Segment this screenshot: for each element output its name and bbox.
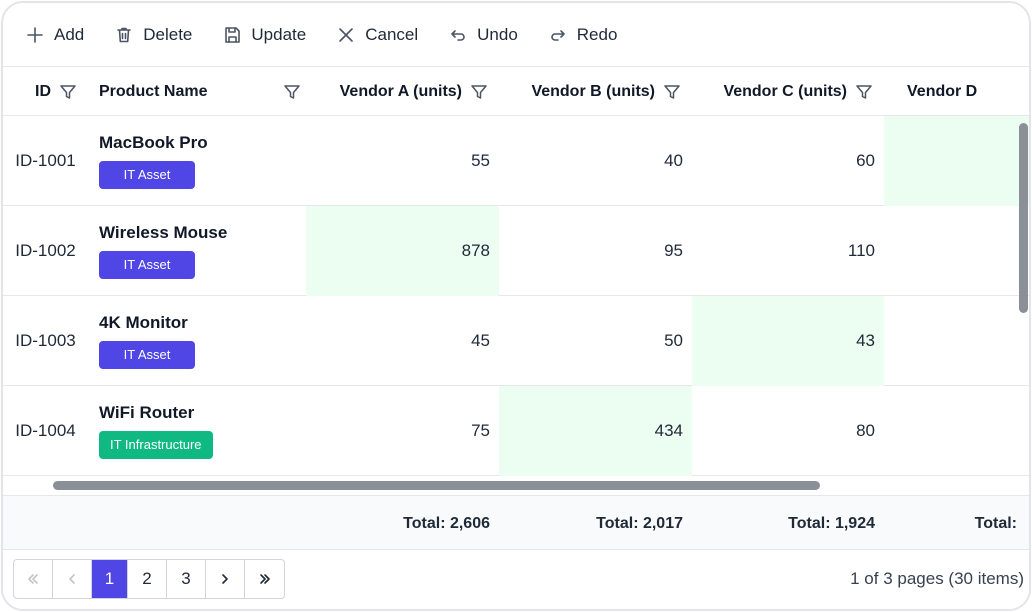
filter-icon[interactable] [663,83,681,101]
page-3-button[interactable]: 3 [167,560,206,598]
cell-vendor-a: 45 [471,331,490,350]
column-header-vendor-a[interactable]: Vendor A (units) [306,67,499,116]
table-row[interactable]: ID-1002 Wireless Mouse IT Asset 878 95 1… [3,206,1029,296]
grid-header: ID Product Name Vendor A (units) Vendor … [3,67,1029,116]
column-vendor-b-label: Vendor B (units) [531,82,655,100]
chevron-left-icon [69,574,75,584]
pager-buttons: 1 2 3 [13,559,285,599]
cell-vendor-b: 434 [499,386,692,476]
cell-vendor-a: 55 [471,151,490,170]
data-grid: ID Product Name Vendor A (units) Vendor … [3,67,1029,495]
cell-vendor-d [884,296,1029,386]
redo-button[interactable]: Redo [548,24,618,45]
category-badge: IT Asset [99,251,195,279]
delete-button[interactable]: Delete [114,25,192,45]
column-header-vendor-d[interactable]: Vendor D [907,67,1029,116]
undo-icon [451,29,465,41]
filter-icon[interactable] [855,83,873,101]
cell-vendor-b: 95 [664,241,683,260]
cell-product-name: 4K Monitor IT Asset [99,296,306,386]
chevron-right-icon [222,574,228,584]
page-1-button[interactable]: 1 [92,560,128,598]
filter-icon[interactable] [283,83,301,101]
cell-vendor-c: 80 [856,421,875,440]
save-icon [225,26,241,43]
add-label: Add [54,24,85,44]
column-id-label: ID [35,82,51,100]
previous-page-button[interactable] [53,560,92,598]
category-badge: IT Asset [99,341,195,369]
product-name: 4K Monitor [99,313,188,332]
column-header-id[interactable]: ID [35,67,88,116]
cell-vendor-a: 878 [306,206,499,296]
cell-product-name: Wireless Mouse IT Asset [99,206,306,296]
totals-row: Total: 2,606 Total: 2,017 Total: 1,924 T… [3,495,1029,550]
cancel-button[interactable]: Cancel [336,25,418,45]
cell-id: ID-1004 [15,421,76,440]
filter-icon[interactable] [470,83,488,101]
update-label: Update [251,24,307,44]
table-row[interactable]: ID-1004 WiFi Router IT Infrastructure 75… [3,386,1029,476]
update-button[interactable]: Update [222,25,306,45]
horizontal-scrollbar[interactable] [53,481,820,490]
cell-vendor-d [884,116,1029,206]
category-badge: IT Asset [99,161,195,189]
column-header-vendor-b[interactable]: Vendor B (units) [499,67,692,116]
total-vendor-a: Total: 2,606 [403,514,490,532]
column-vendor-d-label: Vendor D [907,82,978,100]
cell-vendor-d [884,206,1029,296]
cell-vendor-a: 75 [471,421,490,440]
cell-vendor-c: 60 [856,151,875,170]
vertical-scrollbar[interactable] [1019,123,1028,313]
last-page-button[interactable] [245,560,284,598]
close-icon [339,27,354,42]
plus-icon [27,26,43,43]
table-row[interactable]: ID-1003 4K Monitor IT Asset 45 50 43 [3,296,1029,386]
cell-id: ID-1001 [15,151,76,170]
pager-info: 1 of 3 pages (30 items) [850,569,1024,588]
cell-id: ID-1003 [15,331,76,350]
pager: 1 2 3 1 of 3 pages (30 items) [3,550,1029,609]
undo-label: Undo [477,24,518,44]
cell-vendor-b: 40 [664,151,683,170]
next-page-button[interactable] [206,560,245,598]
total-vendor-b: Total: 2,017 [596,514,683,532]
product-name: WiFi Router [99,403,195,422]
cell-id: ID-1002 [15,241,76,260]
cell-product-name: WiFi Router IT Infrastructure [99,386,306,476]
table-row[interactable]: ID-1001 MacBook Pro IT Asset 55 40 60 [3,116,1029,206]
page-2-button[interactable]: 2 [128,560,167,598]
redo-icon [551,29,565,41]
total-vendor-c: Total: 1,924 [788,514,875,532]
column-vendor-a-label: Vendor A (units) [339,82,462,100]
double-chevron-right-icon [259,574,270,584]
cell-vendor-c: 43 [692,296,884,386]
cancel-label: Cancel [365,24,419,44]
total-vendor-d: Total: [974,514,1017,532]
cell-product-name: MacBook Pro IT Asset [99,116,306,206]
cell-vendor-b: 50 [664,331,683,350]
cell-vendor-d [884,386,1029,476]
filter-icon[interactable] [59,83,77,101]
category-badge: IT Infrastructure [99,431,213,459]
grid-toolbar: Add Delete Update Cancel Undo Redo [3,3,1029,67]
column-header-vendor-c[interactable]: Vendor C (units) [692,67,884,116]
cell-vendor-c: 110 [847,241,875,260]
redo-label: Redo [576,24,618,44]
product-name: MacBook Pro [99,133,208,152]
column-vendor-c-label: Vendor C (units) [723,82,847,100]
column-header-product-name[interactable]: Product Name [99,67,306,116]
data-grid-window: Add Delete Update Cancel Undo Redo ID Pr… [1,1,1031,611]
product-name: Wireless Mouse [99,223,228,242]
column-product-label: Product Name [99,82,208,100]
trash-icon [117,27,132,42]
double-chevron-left-icon [28,574,38,584]
first-page-button[interactable] [14,560,53,598]
delete-label: Delete [143,24,193,44]
add-button[interactable]: Add [25,25,84,45]
undo-button[interactable]: Undo [448,25,518,45]
